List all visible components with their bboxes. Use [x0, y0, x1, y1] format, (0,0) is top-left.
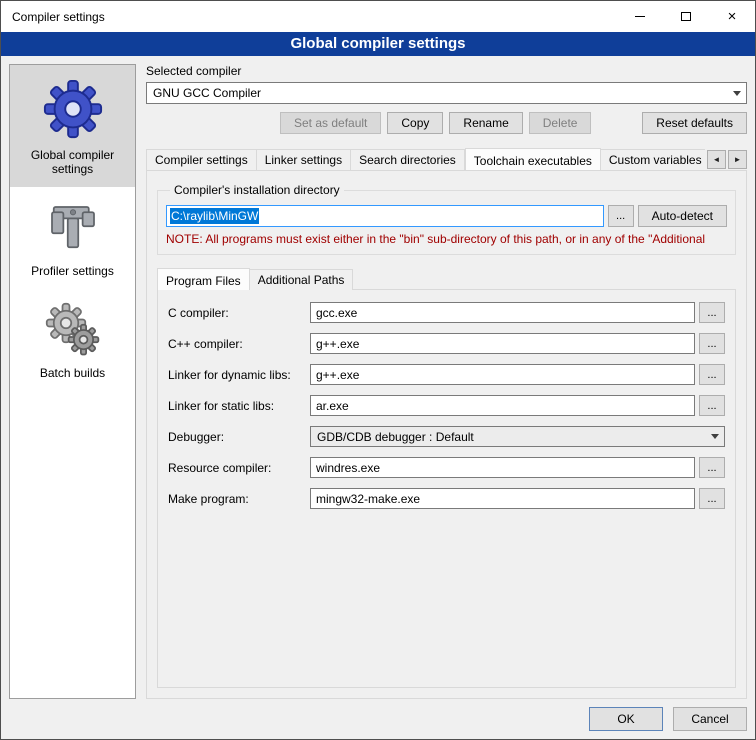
resource-compiler-row: Resource compiler: ... — [168, 457, 725, 478]
static-linker-label: Linker for static libs: — [168, 399, 310, 413]
sidebar-item-label: Global compiler settings — [14, 148, 131, 176]
cpp-compiler-label: C++ compiler: — [168, 337, 310, 351]
sidebar-item-global-compiler-settings[interactable]: Global compiler settings — [10, 65, 135, 187]
toolchain-panel: Compiler's installation directory C:\ray… — [146, 170, 747, 699]
compiler-settings-dialog: Compiler settings × Global compiler sett… — [0, 0, 756, 740]
maximize-icon — [681, 12, 691, 21]
c-compiler-label: C compiler: — [168, 306, 310, 320]
cpp-compiler-browse-button[interactable]: ... — [699, 333, 725, 354]
compiler-select-value: GNU GCC Compiler — [153, 86, 261, 100]
ok-button[interactable]: OK — [589, 707, 663, 731]
make-program-label: Make program: — [168, 492, 310, 506]
gray-gears-icon — [45, 302, 101, 358]
tab-scroll-right-button[interactable]: ► — [728, 150, 747, 169]
bin-subdirectory-note: NOTE: All programs must exist either in … — [166, 232, 727, 246]
copy-button[interactable]: Copy — [387, 112, 443, 134]
sidebar-item-profiler-settings[interactable]: Profiler settings — [10, 187, 135, 289]
delete-button[interactable]: Delete — [529, 112, 592, 134]
dynamic-linker-browse-button[interactable]: ... — [699, 364, 725, 385]
installation-directory-group: Compiler's installation directory C:\ray… — [157, 183, 736, 255]
debugger-label: Debugger: — [168, 430, 310, 444]
close-button[interactable]: × — [709, 1, 755, 32]
debugger-select[interactable]: GDB/CDB debugger : Default — [310, 426, 725, 447]
subtab-program-files[interactable]: Program Files — [157, 268, 250, 290]
make-program-row: Make program: ... — [168, 488, 725, 509]
installation-directory-legend: Compiler's installation directory — [170, 183, 344, 197]
tab-compiler-settings[interactable]: Compiler settings — [146, 149, 257, 170]
subtab-additional-paths[interactable]: Additional Paths — [250, 269, 354, 290]
program-files-tabstrip: Program Files Additional Paths — [157, 267, 736, 289]
settings-tabstrip: Compiler settings Linker settings Search… — [146, 147, 747, 170]
close-icon: × — [728, 9, 737, 24]
c-compiler-browse-button[interactable]: ... — [699, 302, 725, 323]
chevron-down-icon — [728, 83, 746, 103]
reset-defaults-button[interactable]: Reset defaults — [642, 112, 747, 134]
program-files-panel: C compiler: ... C++ compiler: ... Linker… — [157, 289, 736, 688]
tab-custom-variables[interactable]: Custom variables — [601, 149, 705, 170]
compiler-select[interactable]: GNU GCC Compiler — [146, 82, 747, 104]
dynamic-linker-row: Linker for dynamic libs: ... — [168, 364, 725, 385]
c-compiler-row: C compiler: ... — [168, 302, 725, 323]
main-content: Selected compiler GNU GCC Compiler Set a… — [146, 64, 747, 699]
tab-linker-settings[interactable]: Linker settings — [257, 149, 351, 170]
tab-toolchain-executables[interactable]: Toolchain executables — [465, 148, 601, 170]
install-dir-selected-text: C:\raylib\MinGW — [170, 208, 259, 224]
title-bar: Compiler settings × — [1, 1, 755, 32]
set-as-default-button[interactable]: Set as default — [280, 112, 381, 134]
settings-sidebar: Global compiler settings Profiler settin… — [9, 64, 136, 699]
sidebar-item-batch-builds[interactable]: Batch builds — [10, 289, 135, 391]
dynamic-linker-label: Linker for dynamic libs: — [168, 368, 310, 382]
make-program-input[interactable] — [310, 488, 695, 509]
static-linker-row: Linker for static libs: ... — [168, 395, 725, 416]
cpp-compiler-row: C++ compiler: ... — [168, 333, 725, 354]
blue-gear-icon — [42, 78, 104, 140]
make-program-browse-button[interactable]: ... — [699, 488, 725, 509]
debugger-row: Debugger: GDB/CDB debugger : Default — [168, 426, 725, 447]
dynamic-linker-input[interactable] — [310, 364, 695, 385]
minimize-icon — [635, 16, 645, 17]
minimize-button[interactable] — [617, 1, 663, 32]
page-title: Global compiler settings — [1, 32, 755, 56]
chevron-down-icon — [706, 427, 724, 446]
profiler-tool-icon — [45, 200, 101, 256]
cpp-compiler-input[interactable] — [310, 333, 695, 354]
window-title: Compiler settings — [1, 10, 617, 24]
resource-compiler-browse-button[interactable]: ... — [699, 457, 725, 478]
compiler-actions: Set as default Copy Rename Delete Reset … — [146, 112, 747, 134]
cancel-button[interactable]: Cancel — [673, 707, 747, 731]
sidebar-item-label: Profiler settings — [31, 264, 114, 278]
maximize-button[interactable] — [663, 1, 709, 32]
resource-compiler-label: Resource compiler: — [168, 461, 310, 475]
selected-compiler-label: Selected compiler — [146, 64, 747, 78]
install-dir-input[interactable]: C:\raylib\MinGW — [166, 205, 604, 227]
debugger-select-value: GDB/CDB debugger : Default — [317, 430, 474, 444]
rename-button[interactable]: Rename — [449, 112, 522, 134]
auto-detect-button[interactable]: Auto-detect — [638, 205, 727, 227]
resource-compiler-input[interactable] — [310, 457, 695, 478]
install-dir-browse-button[interactable]: ... — [608, 205, 634, 227]
tab-scroll-left-button[interactable]: ◄ — [707, 150, 726, 169]
static-linker-browse-button[interactable]: ... — [699, 395, 725, 416]
dialog-body: Global compiler settings Profiler settin… — [1, 56, 755, 739]
static-linker-input[interactable] — [310, 395, 695, 416]
tab-search-directories[interactable]: Search directories — [351, 149, 465, 170]
dialog-footer: OK Cancel — [9, 707, 747, 731]
sidebar-item-label: Batch builds — [40, 366, 105, 380]
c-compiler-input[interactable] — [310, 302, 695, 323]
